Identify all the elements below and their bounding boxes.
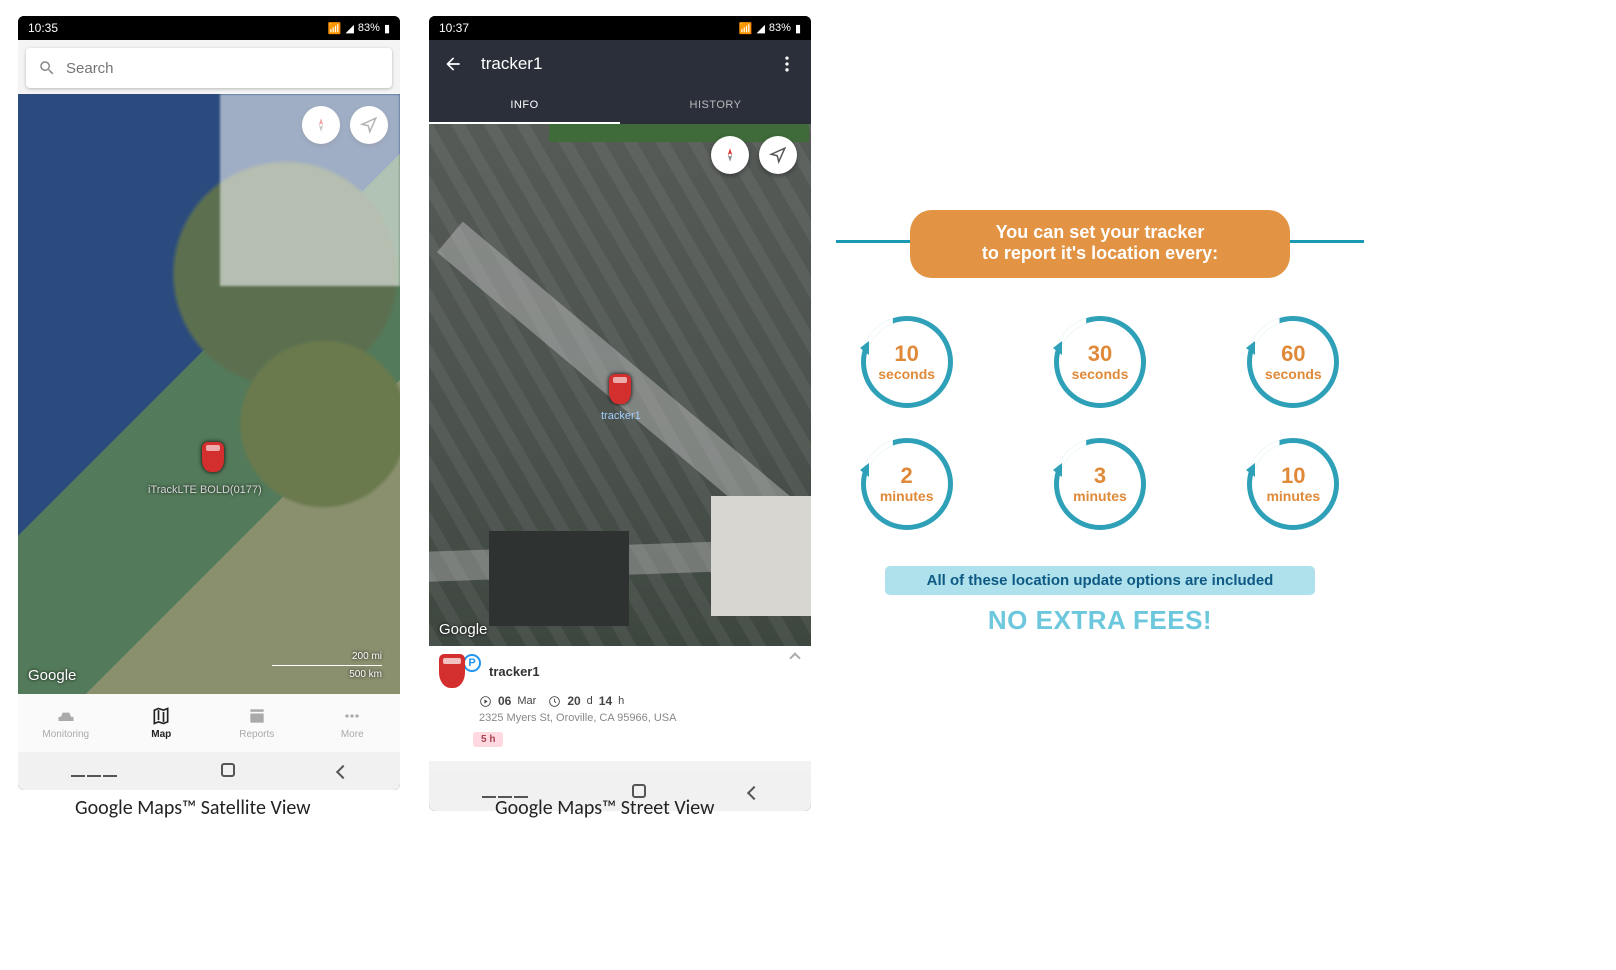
signal-icon: ◢ [345, 22, 353, 35]
play-icon [479, 695, 492, 708]
dur-days: 20 [567, 694, 580, 708]
nav-reports[interactable]: Reports [209, 694, 305, 752]
caption-satellite: Google Maps™ Satellite View [75, 796, 311, 820]
map-street[interactable]: tracker1 Google [429, 124, 811, 646]
dur-hours: 14 [599, 694, 612, 708]
tracker-name: tracker1 [489, 664, 540, 679]
back-icon[interactable] [443, 54, 463, 74]
included-banner: All of these location update options are… [885, 566, 1315, 595]
nav-map[interactable]: Map [114, 694, 210, 752]
nav-more[interactable]: More [305, 694, 401, 752]
status-time: 10:35 [28, 21, 58, 35]
map-scale: 200 mi 500 km [272, 651, 382, 680]
interval-10s: 10seconds [861, 316, 953, 408]
battery-icon: ▮ [384, 22, 390, 35]
locate-button[interactable] [759, 136, 797, 174]
date-num: 06 [498, 694, 511, 708]
interval-30s: 30seconds [1054, 316, 1146, 408]
interval-2m: 2minutes [861, 438, 953, 530]
tracker-label: tracker1 [601, 410, 641, 422]
android-recents[interactable] [70, 761, 118, 782]
battery-pct: 83% [769, 22, 791, 34]
parking-badge: P [463, 654, 481, 672]
duration-pill: 5 h [473, 732, 503, 747]
compass-button[interactable] [711, 136, 749, 174]
android-back[interactable] [749, 782, 759, 803]
caption-street: Google Maps™ Street View [495, 796, 714, 820]
battery-icon: ▮ [795, 22, 801, 35]
search-box[interactable] [26, 48, 392, 88]
overflow-icon[interactable] [777, 54, 797, 74]
tracker-info-card[interactable]: P tracker1 06 Mar 20 d 14 h 2325 Myers S… [429, 646, 811, 761]
signal-icon: ◢ [756, 22, 764, 35]
status-bar: 10:37 📶 ◢ 83% ▮ [429, 16, 811, 40]
interval-infographic: You can set your tracker to report it's … [840, 210, 1360, 636]
wifi-icon: 📶 [739, 22, 753, 35]
tracker-marker[interactable] [202, 442, 224, 472]
clock-icon [548, 695, 561, 708]
battery-pct: 83% [358, 22, 380, 34]
phone-satellite: 10:35 📶 ◢ 83% ▮ [18, 16, 400, 790]
locate-button[interactable] [350, 106, 388, 144]
android-nav-bar [18, 752, 400, 790]
tracker-marker[interactable] [609, 374, 631, 404]
address-text: 2325 Myers St, Oroville, CA 95966, USA [479, 712, 801, 724]
appbar-title: tracker1 [481, 54, 759, 74]
bottom-nav: Monitoring Map Reports More [18, 694, 400, 752]
no-extra-fees: NO EXTRA FEES! [840, 605, 1360, 636]
android-home[interactable] [221, 761, 235, 782]
search-icon [38, 59, 56, 77]
nav-monitoring[interactable]: Monitoring [18, 694, 114, 752]
phone-street: 10:37 📶 ◢ 83% ▮ tracker1 INFO HISTORY [429, 16, 811, 811]
interval-60s: 60seconds [1247, 316, 1339, 408]
dur-d-label: d [587, 695, 593, 707]
search-input[interactable] [66, 60, 380, 77]
headline-banner: You can set your tracker to report it's … [910, 210, 1290, 278]
car-icon [439, 654, 465, 688]
google-watermark: Google [439, 621, 487, 638]
tracker-label: iTrackLTE BOLD(0177) [148, 484, 262, 496]
date-month: Mar [517, 695, 536, 707]
tab-info[interactable]: INFO [429, 88, 620, 124]
compass-button[interactable] [302, 106, 340, 144]
google-watermark: Google [28, 667, 76, 684]
wifi-icon: 📶 [328, 22, 342, 35]
interval-3m: 3minutes [1054, 438, 1146, 530]
status-time: 10:37 [439, 21, 469, 35]
dur-h-label: h [618, 695, 624, 707]
android-back[interactable] [338, 761, 348, 782]
tab-history[interactable]: HISTORY [620, 88, 811, 124]
status-bar: 10:35 📶 ◢ 83% ▮ [18, 16, 400, 40]
map-satellite[interactable]: iTrackLTE BOLD(0177) 200 mi 500 km Googl… [18, 94, 400, 694]
interval-10m: 10minutes [1247, 438, 1339, 530]
